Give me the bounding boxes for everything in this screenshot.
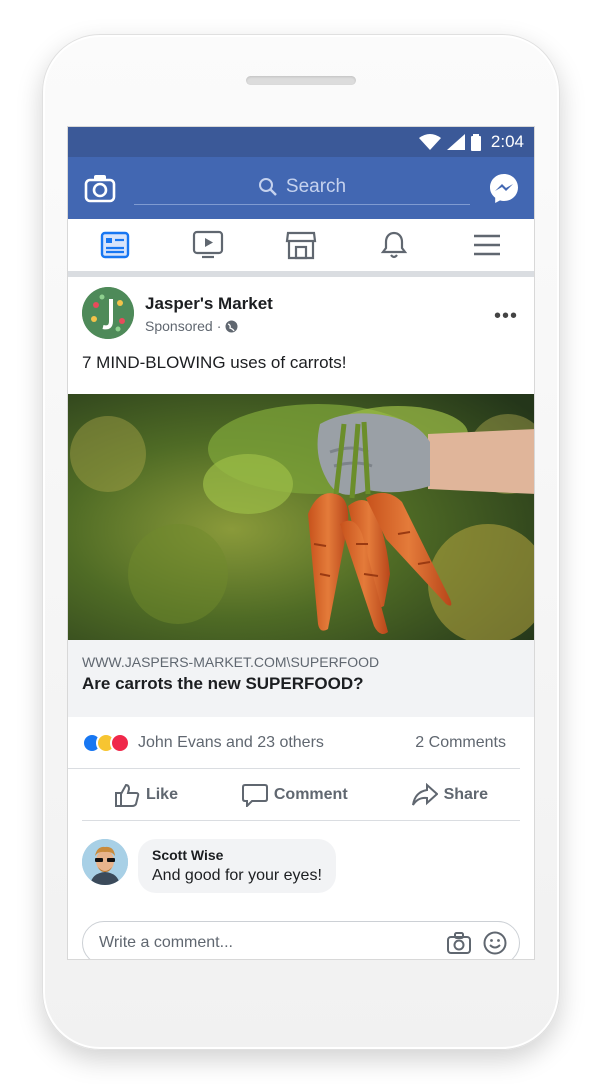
signal-icon [446, 134, 465, 150]
wifi-icon [418, 134, 441, 150]
comment-text: And good for your eyes! [152, 867, 322, 884]
comment-placeholder: Write a comment... [99, 934, 233, 951]
comment-item: Scott Wise And good for your eyes! [68, 821, 534, 913]
commenter-avatar[interactable] [82, 839, 128, 885]
battery-icon [470, 133, 481, 151]
search-input[interactable]: Search [134, 169, 470, 205]
carrots-photo[interactable] [68, 394, 535, 640]
comment-button[interactable]: Comment [241, 783, 348, 807]
comments-count[interactable]: 2 Comments [415, 734, 506, 752]
search-placeholder: Search [285, 175, 347, 197]
menu-icon [474, 234, 501, 256]
share-label: Share [443, 785, 489, 803]
tab-notifications[interactable] [374, 225, 414, 265]
link-url: WWW.JASPERS-MARKET.COM\SUPERFOOD [82, 654, 380, 670]
nav-tabs [68, 219, 534, 277]
phone-screen: 2:04 Search Jasper's Market Sponsored · … [67, 126, 535, 960]
marketplace-icon [285, 231, 317, 260]
share-button[interactable]: Share [411, 782, 489, 807]
post-caption: 7 MIND-BLOWING uses of carrots! [82, 353, 347, 372]
link-preview[interactable]: WWW.JASPERS-MARKET.COM\SUPERFOOD Are car… [68, 640, 534, 717]
like-label: Like [145, 785, 178, 803]
reactions-bar[interactable]: John Evans and 23 others 2 Comments [68, 717, 520, 769]
reaction-names[interactable]: John Evans and 23 others [138, 734, 324, 752]
watch-icon [192, 230, 223, 259]
comment-icon [241, 783, 268, 807]
comment-bubble: Scott Wise And good for your eyes! [138, 839, 336, 893]
status-time: 2:04 [490, 132, 524, 151]
composer-icons [447, 931, 507, 955]
comment-author[interactable]: Scott Wise [152, 847, 322, 863]
page-avatar[interactable] [82, 287, 134, 339]
tab-menu[interactable] [467, 225, 507, 265]
tab-watch[interactable] [188, 225, 228, 265]
sponsored-text: Sponsored [145, 318, 213, 334]
post-actions: Like Comment Share [82, 769, 520, 821]
camera-icon[interactable] [84, 173, 116, 203]
news-feed-icon [100, 231, 129, 259]
sponsored-label: Sponsored · [145, 318, 238, 334]
post-header: Jasper's Market Sponsored · ••• [68, 277, 534, 345]
comment-input[interactable]: Write a comment... [82, 921, 520, 959]
bell-icon [380, 231, 408, 259]
comment-label: Comment [273, 785, 348, 803]
camera-icon[interactable] [447, 932, 471, 954]
dot-separator: · [216, 318, 222, 334]
reaction-icons [82, 732, 130, 753]
messenger-icon[interactable] [488, 172, 520, 204]
more-options-icon[interactable]: ••• [494, 305, 518, 328]
share-icon [411, 782, 438, 806]
tab-marketplace[interactable] [281, 225, 321, 265]
link-title: Are carrots the new SUPERFOOD? [82, 674, 364, 693]
love-reaction-icon [110, 732, 130, 753]
emoji-icon[interactable] [483, 931, 507, 955]
thumbs-up-icon [114, 783, 140, 807]
search-icon [258, 177, 277, 196]
page-name[interactable]: Jasper's Market [145, 294, 273, 314]
phone-speaker [246, 76, 356, 85]
status-bar: 2:04 [68, 127, 534, 157]
app-bar: Search [68, 157, 534, 219]
globe-icon [225, 320, 238, 332]
like-button[interactable]: Like [114, 783, 178, 807]
tab-news-feed[interactable] [95, 225, 135, 265]
